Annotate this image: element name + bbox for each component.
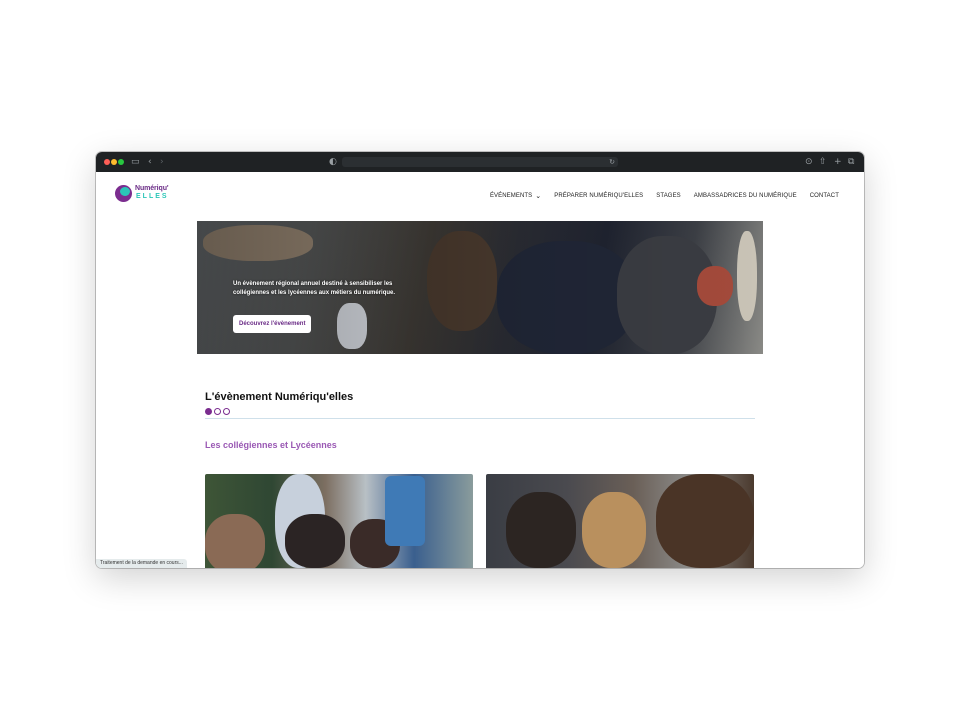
- pager-dot-3[interactable]: [223, 408, 230, 415]
- card-right-person-3: [656, 474, 754, 568]
- card-left-person-1: [205, 514, 265, 568]
- pager-dot-2[interactable]: [214, 408, 221, 415]
- close-window-button[interactable]: [104, 159, 110, 165]
- address-bar[interactable]: ↻: [342, 157, 618, 167]
- site-logo[interactable]: Numériqu' ELLES: [115, 184, 185, 204]
- share-icon[interactable]: ⇧: [819, 156, 827, 168]
- card-right-person-2: [582, 492, 646, 568]
- nav-item-evenements[interactable]: ÉVÉNEMENTS ⌄: [490, 192, 541, 200]
- web-page: Numériqu' ELLES ÉVÉNEMENTS ⌄ PRÉPARER NUM…: [96, 172, 864, 568]
- nav-item-evenements-label: ÉVÉNEMENTS: [489, 193, 533, 199]
- photo-card-right[interactable]: [486, 474, 754, 568]
- pager-dot-1[interactable]: [205, 408, 212, 415]
- new-tab-icon[interactable]: +: [834, 156, 842, 168]
- logo-mark-icon: [115, 185, 132, 202]
- nav-item-contact[interactable]: CONTACT: [810, 193, 839, 199]
- tabs-overview-icon[interactable]: ⧉: [848, 156, 854, 168]
- nav-item-preparer[interactable]: PRÉPARER NUMÉRIQU'ELLES: [554, 193, 643, 199]
- logo-text-top: Numériqu': [135, 185, 169, 192]
- main-navigation: ÉVÉNEMENTS ⌄ PRÉPARER NUMÉRIQU'ELLES STAG…: [490, 192, 839, 200]
- chevron-down-icon: ⌄: [535, 192, 542, 200]
- browser-window: ▭ ‹ › ◐ ↻ ⊙ ⇧ + ⧉ Numériqu' ELLES ÉVÉNEM…: [96, 152, 864, 568]
- privacy-shield-icon[interactable]: ◐: [329, 156, 337, 168]
- card-left-person-3: [285, 514, 345, 568]
- hero-description: Un évènement régional annuel destiné à s…: [233, 281, 396, 296]
- browser-status-bar: Traitement de la demande en cours...: [96, 559, 187, 568]
- screenshot-stage: ▭ ‹ › ◐ ↻ ⊙ ⇧ + ⧉ Numériqu' ELLES ÉVÉNEM…: [0, 0, 960, 720]
- section-divider: [205, 418, 755, 419]
- maximize-window-button[interactable]: [118, 159, 124, 165]
- forward-icon[interactable]: ›: [160, 156, 164, 168]
- download-icon[interactable]: ⊙: [805, 156, 813, 168]
- logo-text-bottom: ELLES: [136, 193, 169, 200]
- discover-event-button[interactable]: Découvrez l'évènement: [233, 315, 312, 333]
- back-icon[interactable]: ‹: [148, 156, 152, 168]
- section-subtitle: Les collégiennes et Lycéennes: [205, 440, 337, 450]
- reload-icon[interactable]: ↻: [609, 157, 615, 167]
- nav-item-ambassadrices[interactable]: AMBASSADRICES DU NUMÉRIQUE: [694, 193, 797, 199]
- sidebar-icon[interactable]: ▭: [131, 156, 140, 168]
- card-right-person-1: [506, 492, 576, 568]
- card-left-screen: [385, 476, 425, 546]
- minimize-window-button[interactable]: [111, 159, 117, 165]
- carousel-pager: [205, 408, 230, 415]
- nav-item-stages[interactable]: STAGES: [656, 193, 681, 199]
- photo-card-left[interactable]: [205, 474, 473, 568]
- browser-titlebar: ▭ ‹ › ◐ ↻ ⊙ ⇧ + ⧉: [96, 152, 864, 172]
- hero-banner: Un évènement régional annuel destiné à s…: [197, 221, 763, 354]
- section-title: L'évènement Numériqu'elles: [205, 391, 354, 403]
